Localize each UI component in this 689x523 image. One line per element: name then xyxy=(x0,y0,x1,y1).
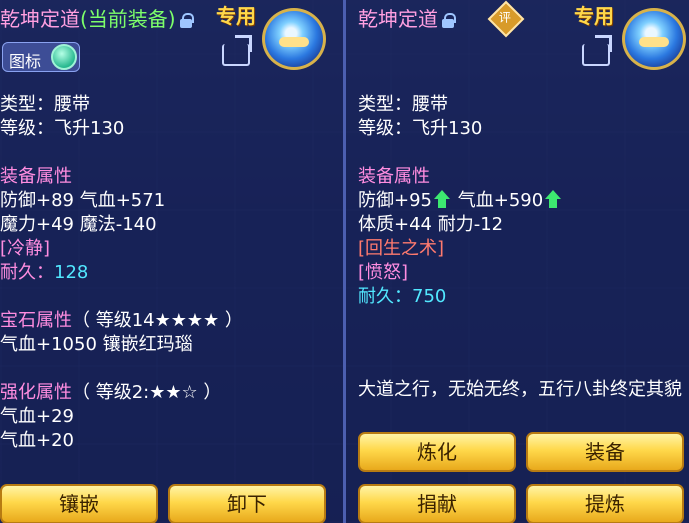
level-line: 等级：飞升130 xyxy=(0,118,125,139)
attr-line-2: 体质+44 耐力-12 xyxy=(358,214,504,235)
attr-header: 装备属性 xyxy=(358,166,430,187)
durability-line: 耐久：128 xyxy=(0,258,88,284)
compare-equipment-panel: 乾坤定道 评 专用 类型：腰带 等级：飞升130 装备属性 防御+95 气血+5… xyxy=(346,0,689,523)
donate-button[interactable]: 捐献 xyxy=(358,484,516,523)
attr-header: 装备属性 xyxy=(0,166,72,187)
enhance-header: 强化属性 xyxy=(0,382,72,403)
toggle-knob-icon xyxy=(51,44,77,70)
gem-header: 宝石属性 xyxy=(0,310,72,331)
special-effect-2: [愤怒] xyxy=(358,262,409,283)
item-title: 乾坤定道(当前装备) xyxy=(0,3,194,32)
durability-label: 耐久： xyxy=(0,262,54,283)
type-line: 类型：腰带 xyxy=(358,94,448,115)
gem-line: 气血+1050 镶嵌红玛瑙 xyxy=(0,334,193,355)
arrow-up-icon xyxy=(545,190,562,208)
gem-level: （ 等级14★★★★ ） xyxy=(72,310,243,331)
rate-icon[interactable]: 评 xyxy=(487,0,525,38)
share-icon[interactable] xyxy=(222,44,250,66)
enhance-level: （ 等级2:★★☆ ） xyxy=(72,382,222,403)
enhance-line-2: 气血+20 xyxy=(0,430,74,451)
share-icon[interactable] xyxy=(582,44,610,66)
item-belt-icon xyxy=(622,8,686,70)
refine-button[interactable]: 炼化 xyxy=(358,432,516,472)
item-belt-icon xyxy=(262,8,326,70)
durability-line: 耐久：750 xyxy=(358,282,446,308)
enhance-header-line: 强化属性（ 等级2:★★☆ ） xyxy=(0,378,221,404)
equip-button[interactable]: 装备 xyxy=(526,432,684,472)
type-line: 类型：腰带 xyxy=(0,94,90,115)
attr-line-1: 防御+95 气血+590 xyxy=(358,186,563,212)
equipped-tag: (当前装备) xyxy=(80,7,176,31)
level-line: 等级：飞升130 xyxy=(358,118,483,139)
arrow-up-icon xyxy=(434,190,450,208)
special-effect: [冷静] xyxy=(0,238,51,259)
enhance-line-1: 气血+29 xyxy=(0,406,74,427)
attr-defense: 防御+95 xyxy=(358,190,432,211)
exclusive-label: 专用 xyxy=(574,4,614,28)
icon-toggle[interactable]: 图标 xyxy=(2,42,80,72)
durability-value: 128 xyxy=(54,262,89,283)
icon-toggle-label: 图标 xyxy=(9,52,42,71)
inlay-button[interactable]: 镶嵌 xyxy=(0,484,158,523)
lock-icon[interactable] xyxy=(179,13,194,28)
attr-line-2: 魔力+49 魔法-140 xyxy=(0,214,157,235)
durability-label: 耐久： xyxy=(358,286,412,307)
item-description: 大道之行，无始无终，五行八卦终定其貌 xyxy=(358,379,682,400)
unequip-button[interactable]: 卸下 xyxy=(168,484,326,523)
durability-value: 750 xyxy=(412,286,447,307)
current-equipment-panel: 乾坤定道(当前装备) 专用 图标 类型：腰带 等级：飞升130 装备属性 防御+… xyxy=(0,0,343,523)
item-title: 乾坤定道 xyxy=(358,3,456,32)
lock-icon[interactable] xyxy=(442,13,456,28)
exclusive-label: 专用 xyxy=(216,4,256,28)
attr-hp: 气血+590 xyxy=(457,190,544,211)
extract-button[interactable]: 提炼 xyxy=(526,484,684,523)
special-effect-1: [回生之术] xyxy=(358,238,445,259)
attr-line-1: 防御+89 气血+571 xyxy=(0,190,166,211)
gem-header-line: 宝石属性（ 等级14★★★★ ） xyxy=(0,306,243,332)
